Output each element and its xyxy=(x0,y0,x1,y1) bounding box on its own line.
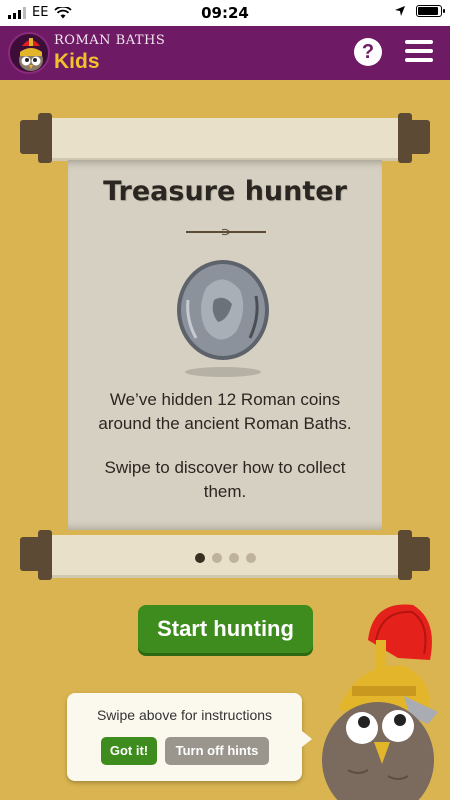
menu-button[interactable] xyxy=(405,40,433,64)
ornament-divider-icon xyxy=(186,228,266,236)
roman-coin-icon xyxy=(168,260,278,380)
page-dot[interactable] xyxy=(212,553,222,563)
status-right xyxy=(394,5,445,17)
card-swipe-hint: Swipe to discover how to collect them. xyxy=(104,458,346,501)
start-hunting-button[interactable]: Start hunting xyxy=(138,605,313,653)
battery-fill xyxy=(418,7,439,15)
app-header: ROMAN BATHS Kids ? xyxy=(0,26,450,80)
roman-owl-mascot xyxy=(318,600,450,800)
page-dot[interactable] xyxy=(246,553,256,563)
hint-text: Swipe above for instructions xyxy=(96,707,273,723)
location-arrow-icon xyxy=(395,6,405,16)
brand-title: ROMAN BATHS xyxy=(54,33,166,48)
turn-off-hints-button[interactable]: Turn off hints xyxy=(165,737,269,765)
help-button[interactable]: ? xyxy=(354,38,382,66)
hamburger-menu-icon xyxy=(405,40,433,62)
clock: 09:24 xyxy=(201,4,249,22)
card-description: We’ve hidden 12 Roman coins around the a… xyxy=(98,390,352,433)
hint-bubble: Swipe above for instructions Got it! Tur… xyxy=(67,693,312,781)
page-dot[interactable] xyxy=(229,553,239,563)
pagination-dots[interactable] xyxy=(195,553,256,563)
owl-helmet-logo-icon xyxy=(19,38,43,71)
got-it-button[interactable]: Got it! xyxy=(101,737,157,765)
help-icon: ? xyxy=(361,41,375,63)
card-title: Treasure hunter xyxy=(103,176,347,207)
page-dot[interactable] xyxy=(195,553,205,563)
battery-icon xyxy=(416,5,445,17)
brand-subtitle: Kids xyxy=(54,50,100,73)
onboarding-card[interactable]: Treasure hunter We’ve hidden 12 Roman co… xyxy=(68,160,382,530)
app-logo[interactable] xyxy=(8,32,50,74)
status-bar: EE 09:24 xyxy=(0,0,450,26)
